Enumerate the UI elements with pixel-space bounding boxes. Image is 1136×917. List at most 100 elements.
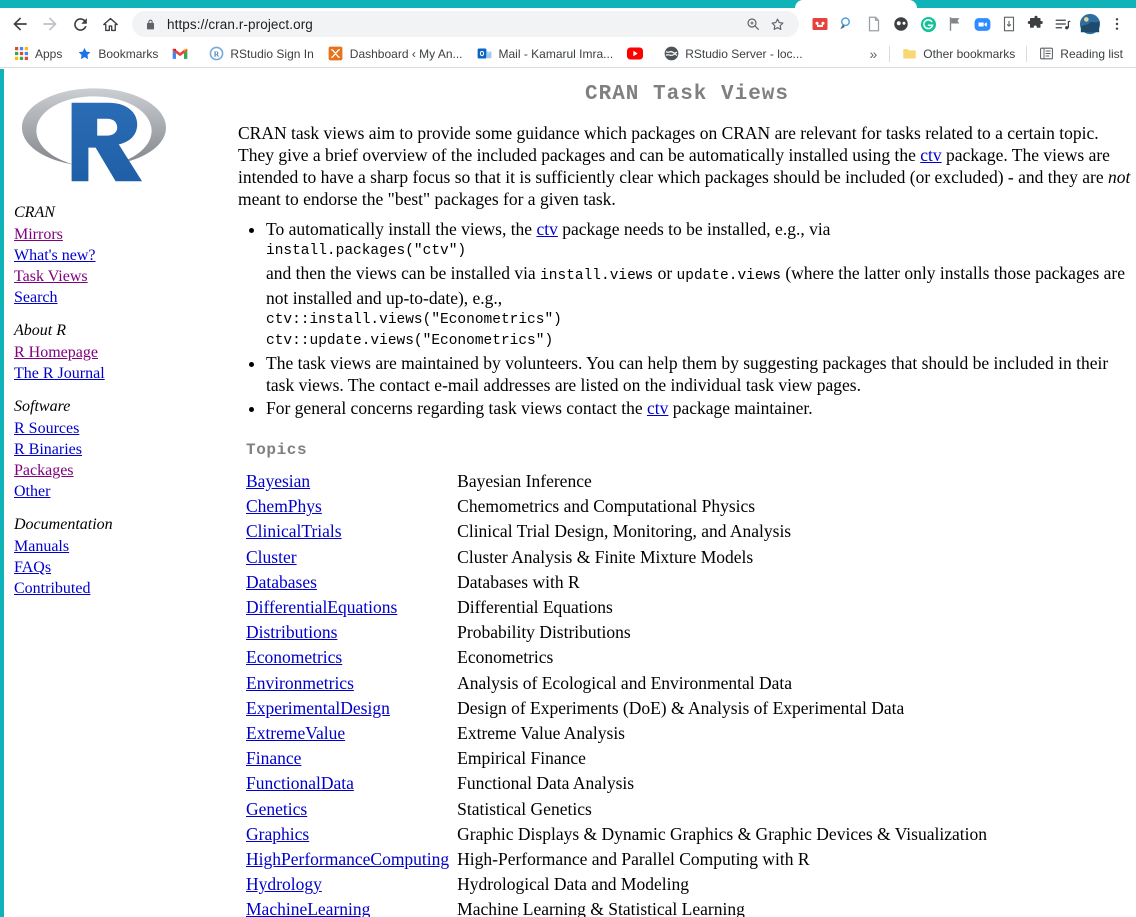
- topic-link-cluster[interactable]: Cluster: [246, 547, 297, 567]
- ctv-link-bullet3[interactable]: ctv: [647, 398, 668, 418]
- cran-task-views-page: CRAN Mirrors What's new? Task Views Sear…: [0, 69, 1136, 917]
- table-row: ChemPhys Chemometrics and Computational P…: [246, 494, 987, 519]
- bookmark-mail[interactable]: Mail - Kamarul Imra...: [470, 43, 621, 65]
- table-row: ClinicalTrials Clinical Trial Design, Mon…: [246, 519, 987, 544]
- topic-link-environmetrics[interactable]: Environmetrics: [246, 673, 354, 693]
- bookmark-label: Bookmarks: [98, 46, 159, 61]
- topic-link-functionaldata[interactable]: FunctionalData: [246, 773, 354, 793]
- bookmark-rstudio-server[interactable]: RStudio Server - loc...: [656, 43, 809, 65]
- ctv-link-intro[interactable]: ctv: [920, 145, 941, 165]
- topic-link-graphics[interactable]: Graphics: [246, 824, 309, 844]
- topic-link-databases[interactable]: Databases: [246, 572, 317, 592]
- topic-link-clinicaltrials[interactable]: ClinicalTrials: [246, 521, 342, 541]
- main-content: CRAN Task Views CRAN task views aim to p…: [238, 69, 1136, 917]
- sidebar-item-mirrors[interactable]: Mirrors: [14, 224, 238, 245]
- other-bookmarks-button[interactable]: Other bookmarks: [894, 43, 1022, 65]
- bookmark-youtube[interactable]: [620, 43, 656, 65]
- bookmark-label: Dashboard ‹ My An...: [349, 46, 463, 61]
- topic-link-finance[interactable]: Finance: [246, 748, 301, 768]
- topic-link-highperformancecomputing[interactable]: HighPerformanceComputing: [246, 849, 449, 869]
- topic-link-extremevalue[interactable]: ExtremeValue: [246, 723, 345, 743]
- sidebar-item-task-views[interactable]: Task Views: [14, 266, 238, 287]
- bookmark-bookmarks[interactable]: Bookmarks: [69, 43, 165, 65]
- topic-name-cell: HighPerformanceComputing: [246, 847, 457, 872]
- sidebar-item-faqs[interactable]: FAQs: [14, 557, 238, 578]
- sidebar-item-other[interactable]: Other: [14, 481, 238, 502]
- sidebar-item-search[interactable]: Search: [14, 287, 238, 308]
- chrome-menu-button[interactable]: [1104, 11, 1130, 37]
- webcam-extension-icon[interactable]: [888, 11, 914, 37]
- puzzle-extensions-icon[interactable]: [1023, 11, 1049, 37]
- topic-name-cell: ExperimentalDesign: [246, 696, 457, 721]
- topic-link-experimentaldesign[interactable]: ExperimentalDesign: [246, 698, 390, 718]
- topic-description-cell: Analysis of Ecological and Environmental…: [457, 672, 792, 693]
- extension-icons: [807, 11, 1130, 37]
- code-install-packages: install.packages("ctv"): [266, 242, 467, 259]
- address-bar[interactable]: https://cran.r-project.org: [132, 11, 799, 37]
- topic-description-cell: Clinical Trial Design, Monitoring, and A…: [457, 521, 792, 542]
- bookmark-dashboard[interactable]: Dashboard ‹ My An...: [321, 43, 470, 65]
- sidebar-heading: Documentation: [14, 516, 113, 533]
- grammarly-extension-icon[interactable]: [915, 11, 941, 37]
- gmail-icon: [172, 46, 188, 62]
- apps-grid-icon: [13, 46, 29, 62]
- bullet3-text-1: For general concerns regarding task view…: [266, 397, 647, 418]
- rstudio-icon: R: [208, 46, 224, 62]
- topic-link-bayesian[interactable]: Bayesian: [246, 471, 310, 491]
- topic-link-hydrology[interactable]: Hydrology: [246, 874, 322, 894]
- zoom-search-icon[interactable]: [741, 12, 765, 36]
- topic-name-cell: Genetics: [246, 797, 457, 822]
- table-row: Environmetrics Analysis of Ecological and…: [246, 671, 987, 696]
- youtube-icon: [627, 46, 644, 62]
- star-icon[interactable]: [765, 12, 789, 36]
- topic-name-cell: Databases: [246, 570, 457, 595]
- sidebar-group-software: Software R Sources R Binaries Packages O…: [14, 396, 238, 502]
- magnifier-extension-icon[interactable]: [834, 11, 860, 37]
- zoom-meeting-extension-icon[interactable]: [969, 11, 995, 37]
- topic-link-differentialequations[interactable]: DifferentialEquations: [246, 597, 397, 617]
- topic-name-cell: Bayesian: [246, 469, 457, 494]
- bookmark-rstudio-signin[interactable]: R RStudio Sign In: [201, 43, 320, 65]
- mendeley-extension-icon[interactable]: [807, 11, 833, 37]
- home-button[interactable]: [96, 10, 124, 38]
- topic-link-distributions[interactable]: Distributions: [246, 622, 337, 642]
- star-icon: [76, 46, 92, 62]
- bookmark-apps[interactable]: Apps: [6, 43, 69, 65]
- sidebar-item-r-binaries[interactable]: R Binaries: [14, 439, 238, 460]
- bullet1-text-2: package needs to be installed, e.g., via: [557, 219, 831, 239]
- topic-description-cell: Design of Experiments (DoE) & Analysis o…: [457, 697, 905, 718]
- topic-name-cell: ExtremeValue: [246, 721, 457, 746]
- tab-strip: [0, 0, 1136, 8]
- bookmarks-overflow-button[interactable]: »: [861, 43, 885, 65]
- sidebar-item-r-sources[interactable]: R Sources: [14, 418, 238, 439]
- topic-link-genetics[interactable]: Genetics: [246, 799, 307, 819]
- save-page-extension-icon[interactable]: [996, 11, 1022, 37]
- svg-text:R: R: [214, 49, 220, 58]
- ctv-link-bullet1[interactable]: ctv: [536, 219, 557, 239]
- sidebar-item-packages[interactable]: Packages: [14, 460, 238, 481]
- sidebar-item-whats-new[interactable]: What's new?: [14, 245, 238, 266]
- topic-link-machinelearning[interactable]: MachineLearning: [246, 899, 370, 917]
- sidebar-item-contributed[interactable]: Contributed: [14, 578, 238, 599]
- reading-list-button[interactable]: Reading list: [1031, 43, 1130, 65]
- forward-button[interactable]: [36, 10, 64, 38]
- bookmark-gmail[interactable]: [165, 43, 201, 65]
- outlook-icon: [477, 46, 493, 62]
- active-tab[interactable]: [795, 0, 917, 8]
- topic-description-cell: Databases with R: [457, 571, 580, 592]
- document-extension-icon[interactable]: [861, 11, 887, 37]
- sidebar-item-r-journal[interactable]: The R Journal: [14, 363, 238, 384]
- bookmarks-divider: [889, 45, 891, 62]
- avatar[interactable]: [1077, 11, 1103, 37]
- playlist-extension-icon[interactable]: [1050, 11, 1076, 37]
- bullet-maintainers: The task views are maintained by volunte…: [266, 352, 1136, 397]
- back-button[interactable]: [6, 10, 34, 38]
- sidebar-heading: CRAN: [14, 204, 55, 221]
- topic-link-econometrics[interactable]: Econometrics: [246, 647, 342, 667]
- reload-button[interactable]: [66, 10, 94, 38]
- table-row: Hydrology Hydrological Data and Modeling: [246, 872, 987, 897]
- flag-extension-icon[interactable]: [942, 11, 968, 37]
- sidebar-item-manuals[interactable]: Manuals: [14, 536, 238, 557]
- sidebar-item-r-homepage[interactable]: R Homepage: [14, 342, 238, 363]
- topic-link-chemphys[interactable]: ChemPhys: [246, 496, 322, 516]
